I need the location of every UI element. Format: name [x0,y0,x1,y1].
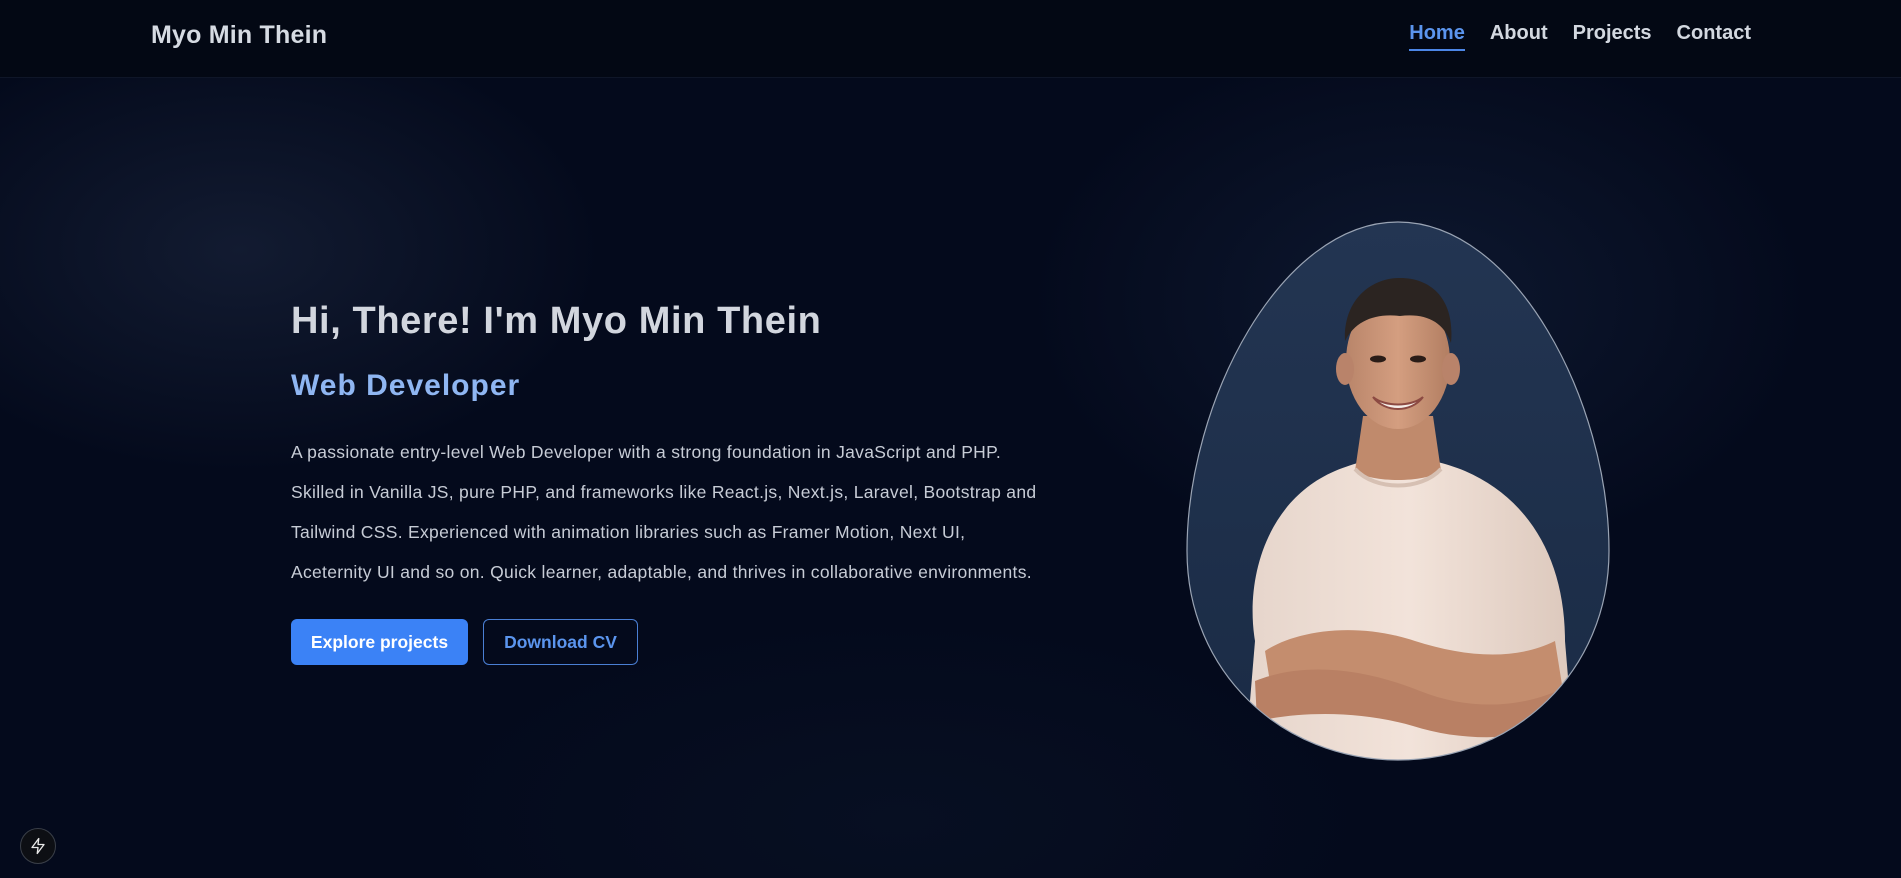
main-nav: Home About Projects Contact [1409,22,1751,51]
portrait-frame [1185,221,1611,761]
download-cv-button[interactable]: Download CV [483,619,638,665]
hero-role: Web Developer [291,369,521,402]
bolt-icon-glyph [31,837,45,855]
hero-description-line: A passionate entry-level Web Developer w… [291,442,1001,462]
hero-title: Hi, There! I'm Myo Min Thein [291,300,822,342]
nav-link-home[interactable]: Home [1409,22,1465,51]
hero-description-line: Skilled in Vanilla JS, pure PHP, and fra… [291,482,1037,502]
profile-photo [1186,221,1610,761]
hero-description-line: Tailwind CSS. Experienced with animation… [291,522,966,542]
nav-link-contact[interactable]: Contact [1677,22,1751,51]
site-header: Myo Min Thein Home About Projects Contac… [0,0,1901,78]
nav-link-about[interactable]: About [1490,22,1548,51]
explore-projects-button[interactable]: Explore projects [291,619,468,665]
brand-logo-text[interactable]: Myo Min Thein [151,21,327,50]
page: Myo Min Thein Home About Projects Contac… [0,0,1901,878]
hero-description: A passionate entry-level Web Developer w… [291,432,1101,592]
nav-link-projects[interactable]: Projects [1573,22,1652,51]
hero-description-line: Aceternity UI and so on. Quick learner, … [291,562,1032,582]
bolt-icon[interactable] [20,828,56,864]
